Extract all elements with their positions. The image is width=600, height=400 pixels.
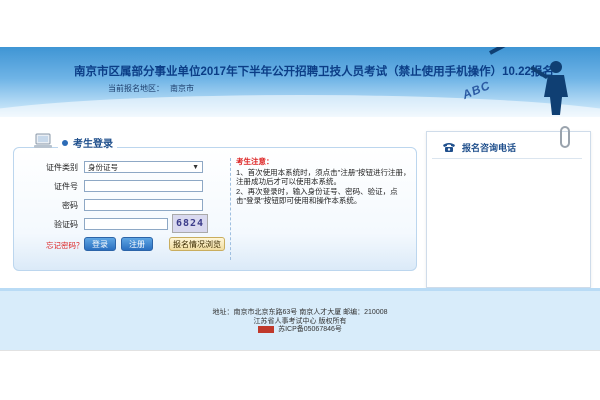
consult-title: 报名咨询电话 [462, 143, 517, 153]
region-value: 南京市 [170, 84, 194, 93]
notice-line-1: 1、首次使用本系统时，须点击"注册"按钮进行注册，注册成功后才可以使用本系统。 [236, 167, 411, 187]
id-type-label: 证件类别 [46, 162, 78, 172]
password-label: 密码 [62, 200, 78, 210]
page-bottom-line [0, 350, 600, 351]
chevron-down-icon: ▼ [192, 163, 199, 171]
login-section-header: 考生登录 [58, 135, 117, 150]
captcha-input[interactable] [84, 218, 168, 230]
gov-badge-icon [258, 325, 275, 333]
browse-registration-button[interactable]: 报名情况浏览 [169, 237, 225, 251]
computer-icon [34, 133, 52, 148]
phone-icon [443, 143, 455, 152]
register-button[interactable]: 注册 [121, 237, 153, 251]
region-label: 当前报名地区： [108, 84, 164, 93]
current-region: 当前报名地区： 南京市 [102, 83, 194, 94]
captcha-image[interactable]: 6824 [172, 214, 208, 233]
password-row: 密码 [20, 199, 203, 211]
consult-divider [432, 158, 582, 159]
pole-decor [489, 47, 584, 55]
footer-icp[interactable]: 苏ICP备05067846号 [278, 326, 342, 333]
vaulter-figure-icon [530, 61, 568, 115]
login-section-title: 考生登录 [73, 139, 113, 150]
header-banner: 南京市区属部分事业单位2017年下半年公开招聘卫技人员考试（禁止使用手机操作）1… [0, 47, 600, 117]
notice-line-2: 2、再次登录时，输入身份证号、密码、验证，点击"登录"按钮即可使用和操作本系统。 [236, 186, 398, 206]
consult-header: 报名咨询电话 [442, 141, 516, 154]
paperclip-icon [560, 126, 570, 148]
id-type-select[interactable]: 身份证号 ▼ [84, 161, 203, 173]
forgot-password-link[interactable]: 忘记密码？ [46, 240, 84, 251]
captcha-row: 验证码 [20, 218, 168, 230]
bullet-icon [62, 139, 68, 146]
footer-top-line [0, 288, 600, 291]
id-number-row: 证件号 [20, 180, 203, 192]
id-number-label: 证件号 [54, 181, 78, 191]
login-button[interactable]: 登录 [84, 237, 116, 251]
page-title: 南京市区属部分事业单位2017年下半年公开招聘卫技人员考试（禁止使用手机操作）1… [74, 66, 554, 78]
footer: 地址：南京市北京东路63号 南京人才大厦 邮编：210008 江苏省人事考试中心… [0, 288, 600, 350]
panel-divider [230, 158, 231, 260]
id-type-value: 身份证号 [88, 162, 118, 172]
notice-box: 考生注意： 1、首次使用本系统时，须点击"注册"按钮进行注册，注册成功后才可以使… [236, 157, 411, 206]
notice-title: 考生注意： [236, 157, 274, 166]
banner-glow [0, 95, 600, 117]
consult-panel [426, 131, 591, 288]
captcha-label: 验证码 [54, 219, 78, 229]
id-type-row: 证件类别 身份证号 ▼ [20, 161, 203, 173]
id-number-input[interactable] [84, 180, 203, 192]
footer-icp-row: 苏ICP备05067846号 [0, 324, 600, 334]
password-input[interactable] [84, 199, 203, 211]
